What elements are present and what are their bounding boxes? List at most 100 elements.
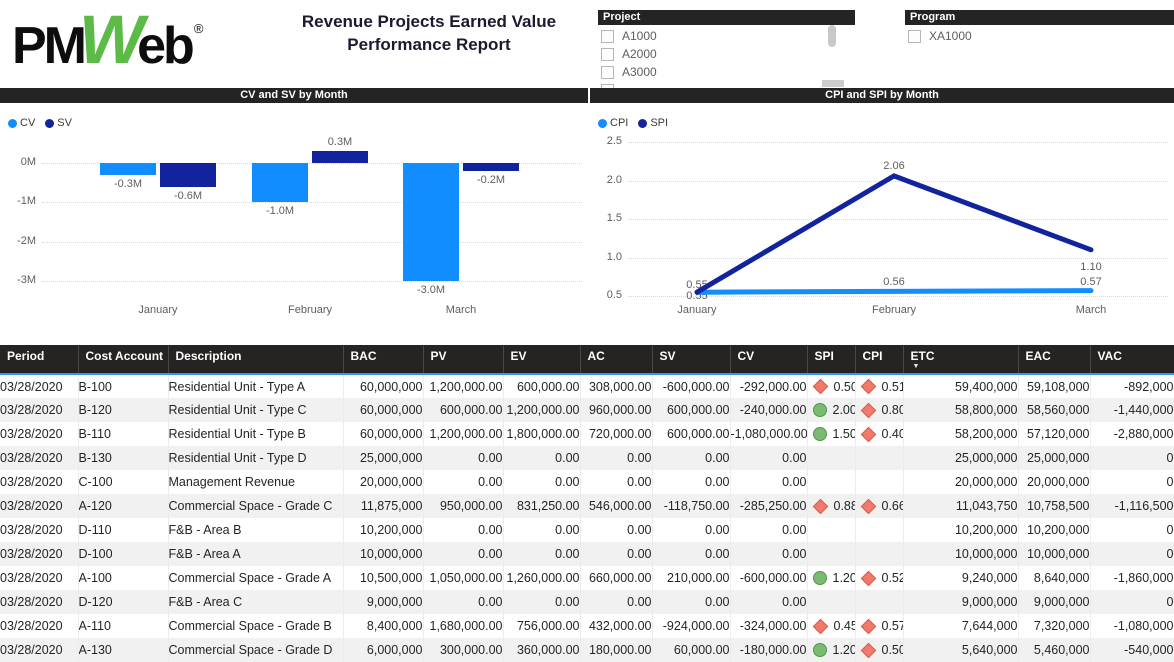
cell-sv[interactable]: -600,000.00: [652, 374, 730, 398]
cell-bac[interactable]: 10,200,000: [343, 518, 423, 542]
table-row[interactable]: 03/28/2020D-100F&B - Area A10,000,0000.0…: [0, 542, 1174, 566]
cell-cv[interactable]: 0.00: [730, 446, 807, 470]
spi-line[interactable]: [697, 176, 1091, 292]
cell-eac[interactable]: 9,000,000: [1018, 590, 1090, 614]
cell-sv[interactable]: -118,750.00: [652, 494, 730, 518]
cell-vac[interactable]: 0: [1090, 590, 1174, 614]
cell-spi[interactable]: 0.88: [807, 494, 855, 518]
cell-period[interactable]: 03/28/2020: [0, 398, 78, 422]
slicer-item-a3000[interactable]: A3000: [598, 63, 862, 81]
cell-period[interactable]: 03/28/2020: [0, 638, 78, 662]
table-row[interactable]: 03/28/2020C-100Management Revenue20,000,…: [0, 470, 1174, 494]
cell-bac[interactable]: 20,000,000: [343, 470, 423, 494]
cell-eac[interactable]: 59,108,000: [1018, 374, 1090, 398]
table-row[interactable]: 03/28/2020B-120Residential Unit - Type C…: [0, 398, 1174, 422]
cell-cv[interactable]: -1,080,000.00: [730, 422, 807, 446]
cell-vac[interactable]: -2,880,000: [1090, 422, 1174, 446]
column-header-spi[interactable]: SPI: [807, 345, 855, 374]
cell-cpi[interactable]: [855, 542, 903, 566]
cell-ac[interactable]: 0.00: [580, 590, 652, 614]
cell-pv[interactable]: 0.00: [423, 470, 503, 494]
cell-pv[interactable]: 300,000.00: [423, 638, 503, 662]
cell-eac[interactable]: 5,460,000: [1018, 638, 1090, 662]
cell-bac[interactable]: 25,000,000: [343, 446, 423, 470]
cell-vac[interactable]: -1,860,000: [1090, 566, 1174, 590]
cell-etc[interactable]: 5,640,000: [903, 638, 1018, 662]
cell-pv[interactable]: 1,200,000.00: [423, 422, 503, 446]
cell-etc[interactable]: 11,043,750: [903, 494, 1018, 518]
cell-description[interactable]: F&B - Area A: [168, 542, 343, 566]
cell-bac[interactable]: 8,400,000: [343, 614, 423, 638]
cell-cpi[interactable]: [855, 518, 903, 542]
cell-pv[interactable]: 1,050,000.00: [423, 566, 503, 590]
cell-description[interactable]: Residential Unit - Type D: [168, 446, 343, 470]
cell-eac[interactable]: 7,320,000: [1018, 614, 1090, 638]
cell-spi[interactable]: 1.20: [807, 566, 855, 590]
cell-vac[interactable]: -540,000: [1090, 638, 1174, 662]
column-header-ev[interactable]: EV: [503, 345, 580, 374]
cell-cv[interactable]: 0.00: [730, 542, 807, 566]
cell-ac[interactable]: 546,000.00: [580, 494, 652, 518]
cell-ac[interactable]: 960,000.00: [580, 398, 652, 422]
bar-sv-february[interactable]: [312, 151, 368, 163]
cell-vac[interactable]: -892,000: [1090, 374, 1174, 398]
cpi-line[interactable]: [697, 291, 1091, 293]
table-row[interactable]: 03/28/2020A-120Commercial Space - Grade …: [0, 494, 1174, 518]
cell-ev[interactable]: 1,200,000.00: [503, 398, 580, 422]
cell-ev[interactable]: 0.00: [503, 446, 580, 470]
cell-cpi[interactable]: 0.66: [855, 494, 903, 518]
cell-eac[interactable]: 58,560,000: [1018, 398, 1090, 422]
cell-ev[interactable]: 0.00: [503, 518, 580, 542]
cell-bac[interactable]: 10,000,000: [343, 542, 423, 566]
cell-etc[interactable]: 20,000,000: [903, 470, 1018, 494]
cell-cpi[interactable]: [855, 470, 903, 494]
cell-cost-account[interactable]: B-120: [78, 398, 168, 422]
checkbox-icon[interactable]: [908, 30, 921, 43]
cell-spi[interactable]: [807, 590, 855, 614]
cell-eac[interactable]: 10,200,000: [1018, 518, 1090, 542]
cell-bac[interactable]: 60,000,000: [343, 422, 423, 446]
cell-cv[interactable]: -292,000.00: [730, 374, 807, 398]
cell-cost-account[interactable]: B-130: [78, 446, 168, 470]
cell-pv[interactable]: 600,000.00: [423, 398, 503, 422]
cell-description[interactable]: Residential Unit - Type A: [168, 374, 343, 398]
cell-cost-account[interactable]: D-120: [78, 590, 168, 614]
cell-eac[interactable]: 20,000,000: [1018, 470, 1090, 494]
cell-sv[interactable]: 0.00: [652, 590, 730, 614]
cell-eac[interactable]: 25,000,000: [1018, 446, 1090, 470]
cell-vac[interactable]: -1,440,000: [1090, 398, 1174, 422]
sort-descending-icon[interactable]: ▼: [913, 364, 1014, 370]
cell-ac[interactable]: 180,000.00: [580, 638, 652, 662]
bar-cv-january[interactable]: [100, 163, 156, 175]
slicer-item-xa1000[interactable]: XA1000: [905, 27, 1174, 45]
cell-ac[interactable]: 308,000.00: [580, 374, 652, 398]
cell-description[interactable]: F&B - Area B: [168, 518, 343, 542]
cell-cv[interactable]: -285,250.00: [730, 494, 807, 518]
cell-sv[interactable]: 0.00: [652, 446, 730, 470]
cell-ev[interactable]: 0.00: [503, 470, 580, 494]
bar-cv-february[interactable]: [252, 163, 308, 202]
cell-sv[interactable]: 600,000.00: [652, 422, 730, 446]
cell-pv[interactable]: 0.00: [423, 446, 503, 470]
cell-ev[interactable]: 360,000.00: [503, 638, 580, 662]
cell-ac[interactable]: 720,000.00: [580, 422, 652, 446]
cell-vac[interactable]: 0: [1090, 518, 1174, 542]
cell-spi[interactable]: [807, 518, 855, 542]
project-slicer-scrollbar-bottom[interactable]: [822, 80, 844, 87]
cell-bac[interactable]: 60,000,000: [343, 398, 423, 422]
cell-cpi[interactable]: 0.52: [855, 566, 903, 590]
cell-ev[interactable]: 0.00: [503, 590, 580, 614]
cell-ac[interactable]: 432,000.00: [580, 614, 652, 638]
cell-period[interactable]: 03/28/2020: [0, 446, 78, 470]
cell-bac[interactable]: 11,875,000: [343, 494, 423, 518]
cell-pv[interactable]: 1,200,000.00: [423, 374, 503, 398]
bar-sv-march[interactable]: [463, 163, 519, 171]
cell-etc[interactable]: 7,644,000: [903, 614, 1018, 638]
cell-bac[interactable]: 6,000,000: [343, 638, 423, 662]
cell-pv[interactable]: 1,680,000.00: [423, 614, 503, 638]
cell-ev[interactable]: 0.00: [503, 542, 580, 566]
table-row[interactable]: 03/28/2020A-130Commercial Space - Grade …: [0, 638, 1174, 662]
legend-item-spi[interactable]: SPI: [638, 117, 668, 129]
cell-spi[interactable]: 1.20: [807, 638, 855, 662]
cell-period[interactable]: 03/28/2020: [0, 518, 78, 542]
